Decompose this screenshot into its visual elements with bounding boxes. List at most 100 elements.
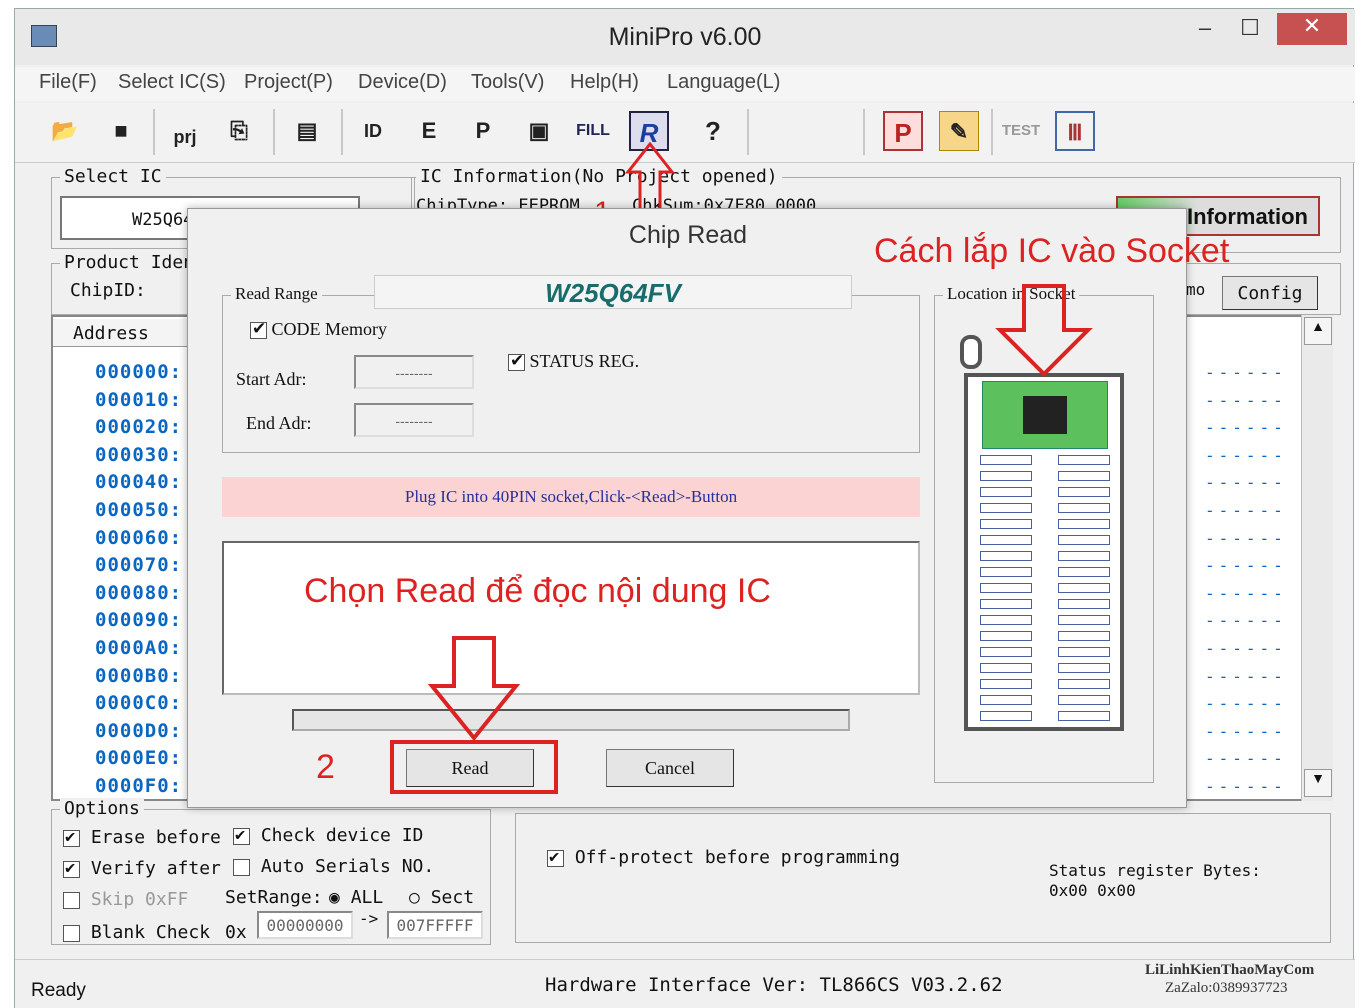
fill-icon[interactable]: FILL xyxy=(573,111,613,151)
chip-save-icon[interactable]: ▤ xyxy=(287,111,327,151)
erase-before-checkbox[interactable]: Erase before xyxy=(63,827,221,848)
erase-before-label: Erase before xyxy=(90,827,221,848)
socket-pin xyxy=(1058,679,1110,689)
minimize-button[interactable]: – xyxy=(1183,15,1227,47)
hex-data-cell: ------ xyxy=(1205,639,1287,658)
range-from-input[interactable]: 00000000 xyxy=(257,911,353,939)
address-row: 000050: xyxy=(95,499,183,521)
off-protect-checkbox[interactable]: Off-protect before programming xyxy=(547,847,900,868)
socket-pin xyxy=(980,487,1032,497)
socket-pin xyxy=(1058,567,1110,577)
instruction-message: Plug IC into 40PIN socket,Click-<Read>-B… xyxy=(222,477,920,517)
menu-language[interactable]: Language(L) xyxy=(667,71,780,94)
socket-pin xyxy=(980,615,1032,625)
options-title: Options xyxy=(60,798,144,819)
socket-note: Cách lắp IC vào Socket xyxy=(874,232,1230,270)
blank-check-label: Blank Check xyxy=(90,922,211,943)
status-reg-checkbox[interactable]: STATUS REG. xyxy=(508,351,639,372)
skip-ff-label: Skip 0xFF xyxy=(90,889,189,910)
address-row: 000030: xyxy=(95,443,183,466)
help-icon[interactable]: ? xyxy=(693,111,733,151)
status-ready: Ready xyxy=(31,980,86,1001)
status-bar: Ready Hardware Interface Ver: TL866CS V0… xyxy=(15,959,1355,1008)
start-adr-input[interactable]: -------- xyxy=(354,355,474,389)
blank-check-checkbox[interactable]: Blank Check xyxy=(63,922,210,943)
socket-pin xyxy=(980,455,1032,465)
program-icon[interactable]: P xyxy=(463,111,503,151)
hex-scrollbar[interactable]: ▲ ▼ xyxy=(1301,315,1333,801)
address-row: 000020: xyxy=(95,416,183,439)
open-folder-icon[interactable]: 📂 xyxy=(45,111,85,151)
read-highlight-box xyxy=(390,740,558,794)
save-icon[interactable]: ■ xyxy=(101,111,141,151)
socket-pin xyxy=(980,599,1032,609)
down-arrow-icon xyxy=(428,636,520,742)
device-id-icon[interactable]: ID xyxy=(353,111,393,151)
socket-pin xyxy=(1058,631,1110,641)
address-row: 000060: xyxy=(95,526,183,549)
check-id-checkbox[interactable]: Check device ID xyxy=(233,825,423,846)
socket-pin xyxy=(1058,711,1110,721)
socket-pin xyxy=(980,567,1032,577)
test-icon[interactable]: TEST xyxy=(999,111,1043,151)
auto-serials-checkbox[interactable]: Auto Serials NO. xyxy=(233,856,434,877)
project-icon[interactable]: prj xyxy=(165,117,205,157)
verify-icon[interactable]: ▣ xyxy=(519,111,559,151)
edit-icon[interactable]: ✎ xyxy=(939,111,979,151)
hex-data-cell: ------ xyxy=(1205,445,1287,465)
socket-pin xyxy=(980,471,1032,481)
menu-device[interactable]: Device(D) xyxy=(358,71,447,94)
address-row: 000000: xyxy=(95,361,183,383)
socket-pin xyxy=(980,679,1032,689)
hex-data-cell: ------ xyxy=(1205,501,1287,520)
hex-data-cell: ------ xyxy=(1205,583,1287,603)
close-button[interactable]: ✕ xyxy=(1277,13,1347,45)
production-icon[interactable]: P xyxy=(883,111,923,151)
skip-ff-checkbox[interactable]: Skip 0xFF xyxy=(63,889,188,910)
save-project-icon[interactable]: ⎘ xyxy=(219,111,259,151)
range-all-radio[interactable]: ◉ ALL xyxy=(329,887,383,908)
maximize-button[interactable]: ☐ xyxy=(1227,15,1273,47)
address-row: 0000F0: xyxy=(95,775,183,797)
range-to-input[interactable]: 007FFFFF xyxy=(387,911,483,939)
end-adr-input[interactable]: -------- xyxy=(354,403,474,437)
ic-chip-graphic xyxy=(982,381,1108,449)
toolbar-separator xyxy=(153,109,155,155)
socket-pin xyxy=(980,695,1032,705)
verify-after-checkbox[interactable]: Verify after xyxy=(63,858,221,879)
socket-pin xyxy=(980,503,1032,513)
progress-bar xyxy=(292,709,850,731)
address-row: 000090: xyxy=(95,609,183,632)
config-button[interactable]: Config xyxy=(1222,276,1318,310)
socket-pin xyxy=(1058,695,1110,705)
erase-icon[interactable]: E xyxy=(409,111,449,151)
menu-select-ic[interactable]: Select IC(S) xyxy=(118,71,226,94)
address-row: 000040: xyxy=(95,471,183,494)
hex-data-cell: ------ xyxy=(1205,418,1287,438)
verify-after-label: Verify after xyxy=(90,858,221,879)
address-row: 0000E0: xyxy=(95,747,183,770)
socket-pin xyxy=(1058,663,1110,673)
menu-file[interactable]: File(F) xyxy=(39,71,97,94)
range-sect-radio[interactable]: ○ Sect xyxy=(409,887,474,908)
address-header: Address xyxy=(53,319,193,347)
socket-pin xyxy=(1058,519,1110,529)
ic-info-title: IC Information(No Project opened) xyxy=(416,166,782,187)
menu-help[interactable]: Help(H) xyxy=(570,71,639,94)
socket-pin xyxy=(980,711,1032,721)
demo-button[interactable]: mo xyxy=(1186,280,1205,299)
ic-chip-body xyxy=(1023,396,1067,434)
status-reg-label: STATUS REG. xyxy=(529,351,640,371)
cancel-button[interactable]: Cancel xyxy=(606,749,734,787)
socket-pin xyxy=(980,663,1032,673)
toolbar: 📂 ■ prj ⎘ ▤ ID E P ▣ FILL R ? P ✎ TEST Ⅲ xyxy=(15,103,1355,163)
code-memory-checkbox[interactable]: CODE Memory xyxy=(250,319,387,340)
scroll-up-icon[interactable]: ▲ xyxy=(1304,317,1332,345)
menu-tools[interactable]: Tools(V) xyxy=(471,71,544,94)
menu-project[interactable]: Project(P) xyxy=(244,71,333,94)
socket-icon[interactable]: Ⅲ xyxy=(1055,111,1095,151)
range-all-label: ALL xyxy=(350,887,384,908)
auto-serials-label: Auto Serials NO. xyxy=(260,856,435,877)
hex-data-cell: ------ xyxy=(1205,473,1287,493)
scroll-down-icon[interactable]: ▼ xyxy=(1304,769,1332,797)
